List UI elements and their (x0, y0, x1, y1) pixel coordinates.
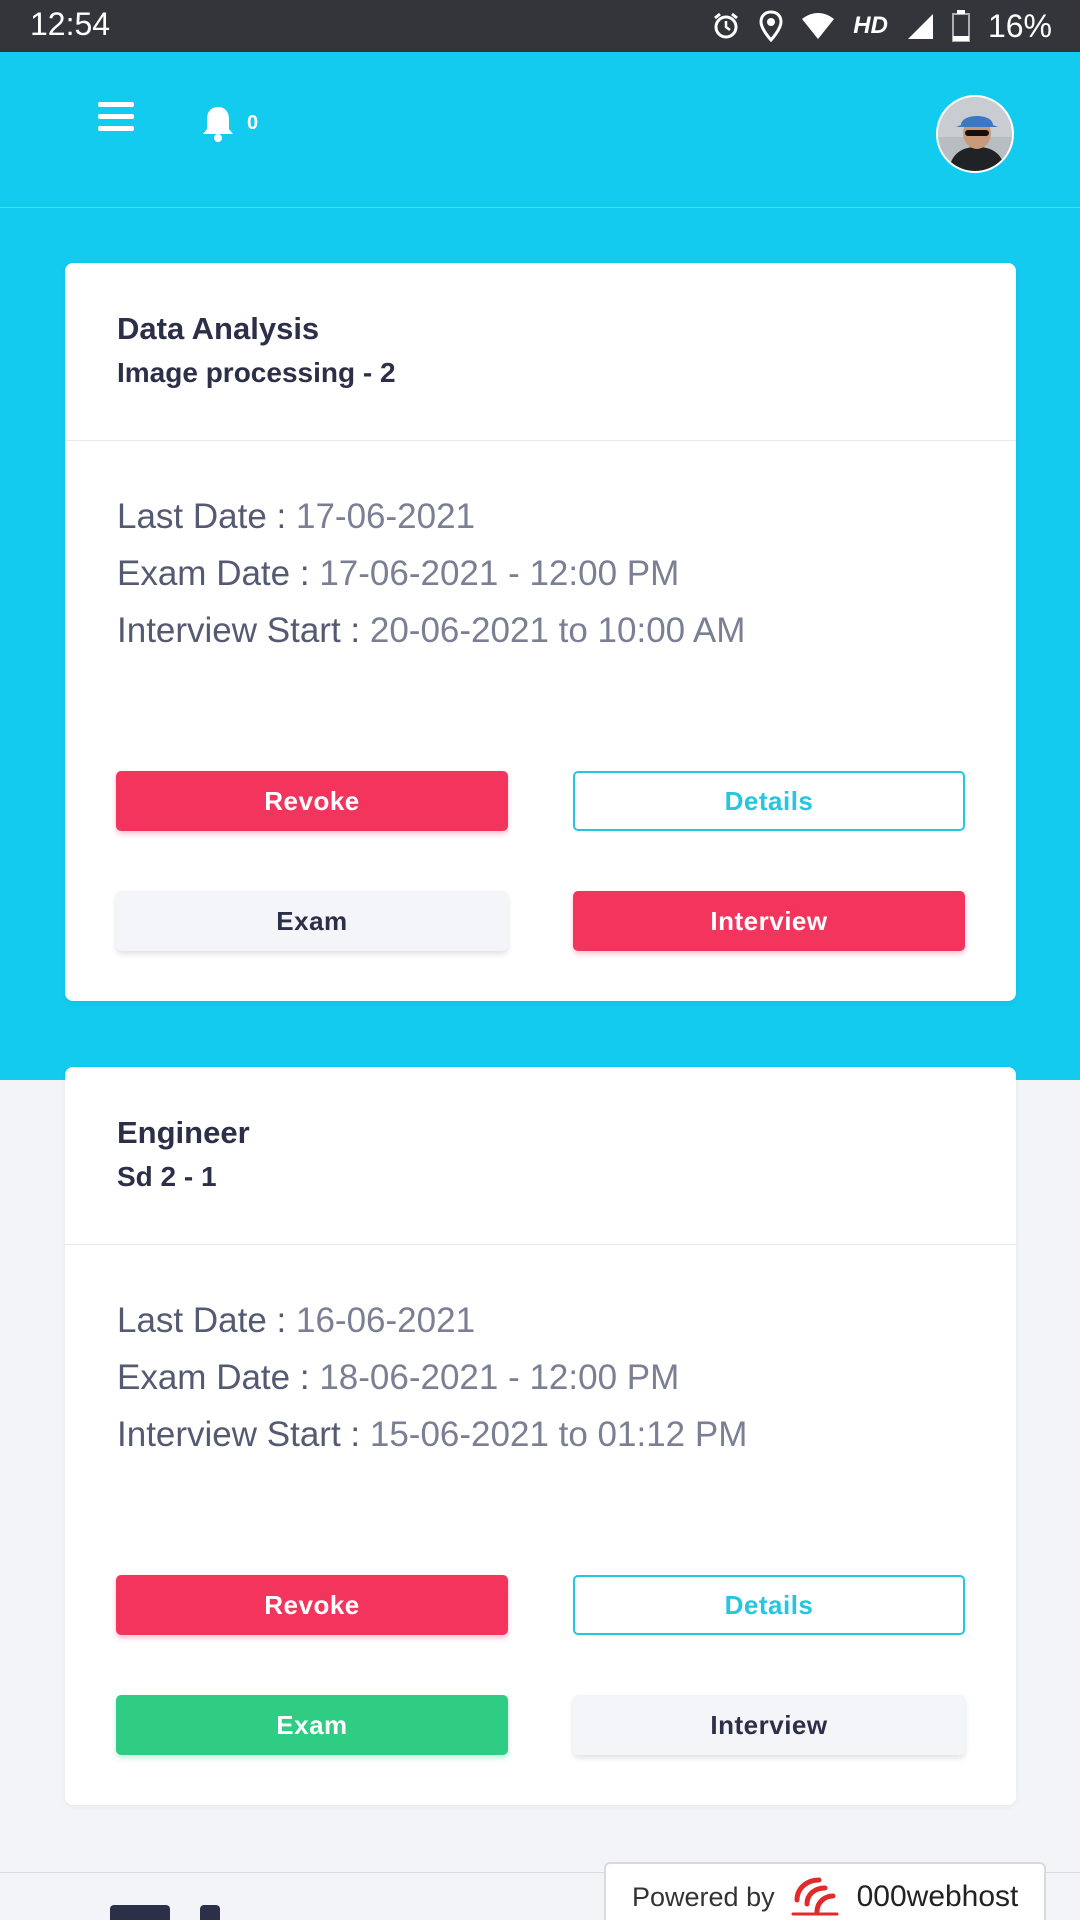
details-button[interactable]: Details (573, 771, 965, 831)
wifi-icon (802, 13, 835, 39)
card-body: Last Date : 16-06-2021 Exam Date : 18-06… (65, 1245, 1016, 1455)
bell-icon[interactable] (201, 104, 235, 144)
job-card: Engineer Sd 2 - 1 Last Date : 16-06-2021… (65, 1067, 1016, 1805)
card-header: Data Analysis Image processing - 2 (65, 263, 1016, 441)
card-title: Engineer (117, 1115, 250, 1150)
card-body: Last Date : 17-06-2021 Exam Date : 17-06… (65, 441, 1016, 651)
details-button[interactable]: Details (573, 1575, 965, 1635)
footer-fragment (110, 1905, 170, 1920)
job-card: Data Analysis Image processing - 2 Last … (65, 263, 1016, 1001)
powered-by-brand: 000webhost (856, 1880, 1019, 1913)
exam-date-value: 17-06-2021 - 12:00 PM (319, 554, 680, 593)
exam-date-label: Exam Date : (117, 1358, 310, 1397)
battery-icon (951, 10, 970, 42)
webhost-logo-icon (791, 1877, 839, 1916)
last-date-line: Last Date : 16-06-2021 (117, 1301, 964, 1341)
exam-date-line: Exam Date : 17-06-2021 - 12:00 PM (117, 554, 964, 594)
alarm-icon (714, 12, 739, 39)
exam-button[interactable]: Exam (116, 891, 508, 951)
card-title: Data Analysis (117, 311, 320, 346)
exam-button[interactable]: Exam (116, 1695, 508, 1755)
interview-start-line: Interview Start : 15-06-2021 to 01:12 PM (117, 1415, 964, 1455)
status-bar: 12:54 HD 16% (0, 0, 1080, 52)
interview-start-label: Interview Start : (117, 611, 361, 650)
last-date-label: Last Date : (117, 497, 287, 536)
avatar[interactable] (936, 95, 1014, 173)
location-icon (759, 10, 783, 42)
interview-button[interactable]: Interview (573, 891, 965, 951)
footer-fragment (200, 1905, 220, 1920)
status-time: 12:54 (30, 6, 111, 42)
card-header: Engineer Sd 2 - 1 (65, 1067, 1016, 1245)
signal-icon (907, 14, 933, 39)
interview-button[interactable]: Interview (573, 1695, 965, 1755)
interview-start-label: Interview Start : (117, 1415, 361, 1454)
interview-start-value: 15-06-2021 to 01:12 PM (369, 1415, 748, 1454)
interview-start-line: Interview Start : 20-06-2021 to 10:00 AM (117, 611, 964, 651)
menu-icon[interactable] (98, 102, 134, 138)
powered-by-label: Powered by (632, 1881, 775, 1912)
status-icons: HD 16% (711, 8, 1052, 44)
card-subtitle: Sd 2 - 1 (117, 1161, 217, 1192)
revoke-button[interactable]: Revoke (116, 771, 508, 831)
app-header: 0 (0, 52, 1080, 208)
exam-date-line: Exam Date : 18-06-2021 - 12:00 PM (117, 1358, 964, 1398)
interview-start-value: 20-06-2021 to 10:00 AM (369, 611, 746, 650)
last-date-line: Last Date : 17-06-2021 (117, 497, 964, 537)
card-subtitle: Image processing - 2 (117, 357, 396, 388)
revoke-button[interactable]: Revoke (116, 1575, 508, 1635)
last-date-label: Last Date : (117, 1301, 287, 1340)
notification-count: 0 (247, 112, 259, 134)
last-date-value: 16-06-2021 (296, 1301, 476, 1340)
exam-date-label: Exam Date : (117, 554, 310, 593)
exam-date-value: 18-06-2021 - 12:00 PM (319, 1358, 680, 1397)
last-date-value: 17-06-2021 (296, 497, 476, 536)
powered-by-badge[interactable]: Powered by 000webhost (604, 1862, 1046, 1920)
battery-percent: 16% (987, 7, 1052, 44)
network-type: HD (853, 12, 888, 39)
